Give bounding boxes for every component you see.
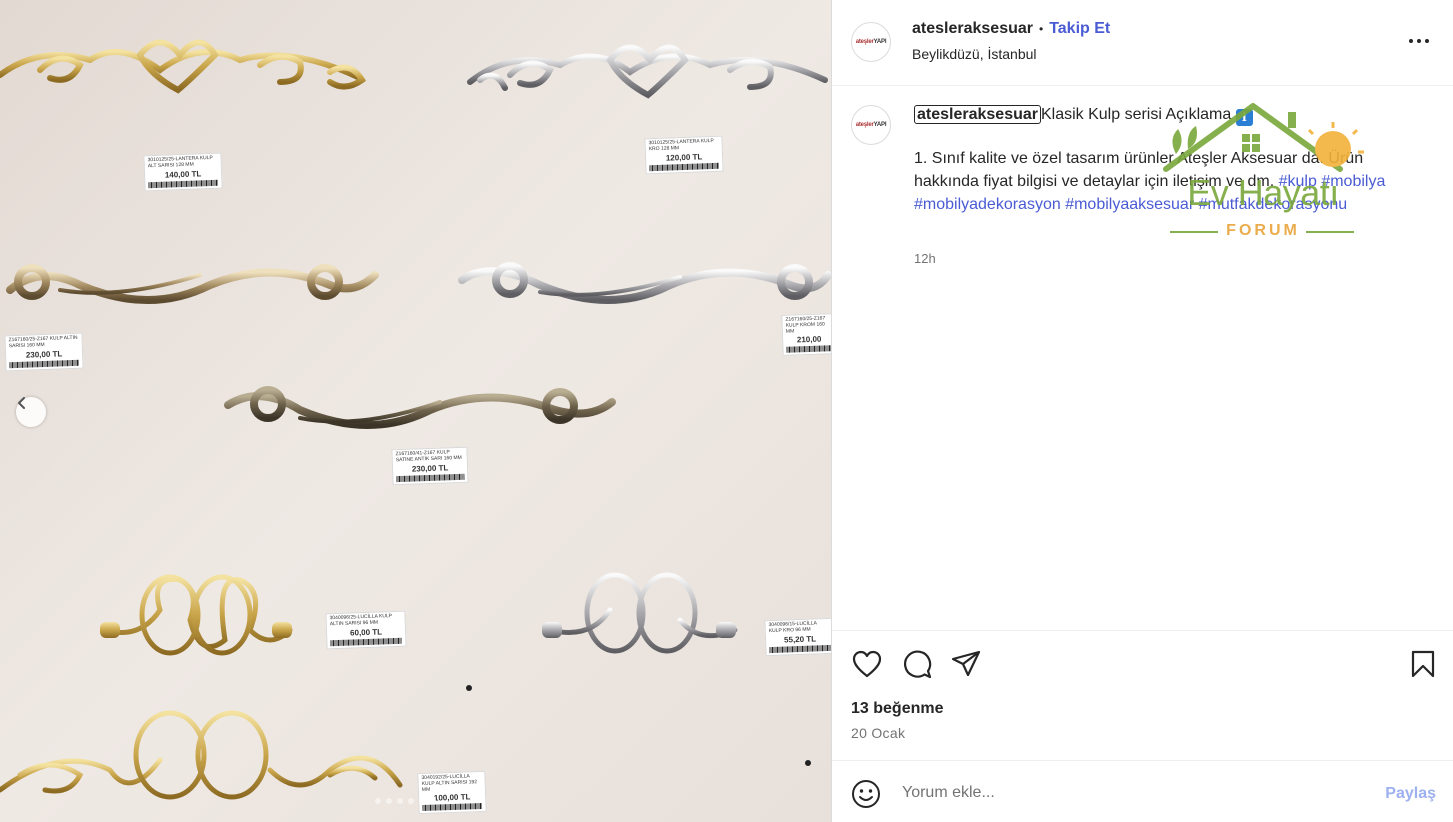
- header-username[interactable]: atesleraksesuar: [912, 20, 1033, 37]
- price-tag: 3040096/25-LUCİLLA KULP ALTIN SARISI 96 …: [325, 610, 407, 650]
- carousel-dot: [408, 798, 414, 804]
- carousel-dot: [419, 798, 425, 804]
- hashtag-link[interactable]: #kulp: [1279, 173, 1317, 190]
- hashtag-link[interactable]: #mobilyaaksesuar: [1065, 196, 1194, 213]
- separator-dot: •: [1038, 22, 1044, 36]
- price-tag: Z167160/25-Z167 KULP KROM 160 MM 210,00: [781, 313, 831, 357]
- price-tag-desc: 3040096/15-LUCİLLA KULP KRO 96 MM: [768, 620, 817, 634]
- hashtag-link[interactable]: #mutfakdekorasyonu: [1199, 196, 1348, 213]
- avatar[interactable]: ateşlerYAPI: [851, 22, 891, 62]
- send-icon: [951, 650, 981, 677]
- price-tag-price: 60,00 TL: [349, 626, 383, 638]
- price-tag: 3040096/15-LUCİLLA KULP KRO 96 MM 55,20 …: [764, 617, 831, 656]
- caption-body: 1. Sınıf kalite ve özel tasarım ürünler …: [914, 147, 1394, 216]
- emoji-icon[interactable]: [851, 779, 881, 809]
- header-title-row: atesleraksesuar • Takip Et: [912, 20, 1110, 38]
- carousel-dot-active: [430, 798, 436, 804]
- wall-screw: [805, 760, 811, 766]
- carousel-dot: [375, 798, 381, 804]
- price-tag-desc: Z167160/25-Z167 KULP KROM 160 MM: [785, 315, 826, 335]
- price-tag-price: 230,00 TL: [25, 348, 63, 360]
- price-tag-price: 210,00: [796, 334, 822, 345]
- price-tag-desc: 3010125/25-LANTERA KULP ALT SARISI 128 M…: [147, 154, 213, 169]
- wall-screw: [466, 685, 472, 691]
- caption-section: ateşlerYAPI atesleraksesuar Klasik Kulp s…: [832, 86, 1453, 631]
- carousel-dot: [397, 798, 403, 804]
- price-tag: 3010125/25-LANTERA KULP KRO 128 MM 120,0…: [644, 135, 724, 175]
- chevron-left-icon: [18, 397, 25, 409]
- price-tag: 3010125/25-LANTERA KULP ALT SARISI 128 M…: [143, 152, 223, 192]
- barcode: [9, 359, 80, 368]
- caption-text: atesleraksesuar Klasik Kulp serisi Açıkla…: [914, 103, 1394, 216]
- avatar-logo: ateşlerYAPI: [855, 122, 887, 128]
- cabinet-handles-photo: [0, 0, 831, 822]
- barcode: [330, 637, 403, 646]
- comment-bar: Paylaş: [832, 760, 1453, 822]
- post-header: ateşlerYAPI atesleraksesuar • Takip Et Bey…: [832, 0, 1453, 86]
- price-tag-price: 55,20 TL: [783, 633, 817, 645]
- barcode: [396, 473, 465, 482]
- comment-button[interactable]: [901, 648, 933, 680]
- post-comment-button[interactable]: Paylaş: [1385, 785, 1436, 803]
- hashtag-link[interactable]: #mobilya: [1321, 173, 1385, 190]
- like-button[interactable]: [851, 648, 883, 680]
- bookmark-icon: [1411, 650, 1435, 678]
- barcode: [769, 644, 831, 653]
- barcode: [148, 179, 219, 188]
- barcode: [649, 162, 720, 171]
- follow-button[interactable]: Takip Et: [1049, 20, 1110, 37]
- price-tag: 3040192/25-LUCİLLA KULP ALTIN SARISI 192…: [417, 770, 487, 815]
- carousel-indicator: [375, 798, 436, 804]
- post-sidebar: ateşlerYAPI atesleraksesuar • Takip Et Bey…: [831, 0, 1453, 822]
- hashtag-link[interactable]: #mobilyadekorasyon: [914, 196, 1061, 213]
- barcode: [422, 803, 483, 812]
- comment-input[interactable]: [900, 777, 1364, 809]
- price-tag-desc: Z167160/41-Z167 KULP SATINE ANTİK SARI 1…: [395, 449, 462, 463]
- price-tag-price: 120,00 TL: [665, 151, 703, 163]
- caption-username[interactable]: atesleraksesuar: [914, 105, 1041, 124]
- info-emoji-icon: ℹ: [1235, 109, 1253, 126]
- price-tag-desc: 3040192/25-LUCİLLA KULP ALTIN SARISI 192…: [421, 773, 478, 793]
- post-date: 20 Ocak: [851, 725, 906, 741]
- comment-icon: [903, 650, 932, 679]
- price-tag-desc: 3040096/25-LUCİLLA KULP ALTIN SARISI 96 …: [329, 613, 393, 628]
- post-actions: [832, 631, 1453, 695]
- avatar-logo: ateşlerYAPI: [855, 39, 887, 45]
- post-time-ago[interactable]: 12h: [914, 251, 936, 266]
- barcode: [786, 345, 831, 354]
- price-tag-price: 140,00 TL: [164, 168, 202, 180]
- caption-title-line: atesleraksesuar Klasik Kulp serisi Açıkla…: [914, 103, 1394, 126]
- carousel-dot: [386, 798, 392, 804]
- more-horizontal-icon[interactable]: [1408, 30, 1430, 52]
- price-tag-desc: Z167160/25-Z167 KULP ALTIN SARISI 160 MM: [8, 334, 78, 349]
- price-tag-desc: 3010125/25-LANTERA KULP KRO 128 MM: [648, 137, 714, 152]
- share-button[interactable]: [950, 648, 982, 680]
- post-image[interactable]: 3010125/25-LANTERA KULP ALT SARISI 128 M…: [0, 0, 831, 822]
- price-tag-price: 230,00 TL: [411, 462, 449, 474]
- price-tag: Z167160/25-Z167 KULP ALTIN SARISI 160 MM…: [4, 332, 84, 372]
- caption-avatar[interactable]: ateşlerYAPI: [851, 105, 891, 145]
- caption-title: Klasik Kulp serisi Açıklama: [1040, 106, 1232, 123]
- heart-icon: [852, 650, 882, 678]
- like-count[interactable]: 13 beğenme: [851, 700, 943, 718]
- location-link[interactable]: Beylikdüzü, İstanbul: [912, 46, 1037, 62]
- price-tag: Z167160/41-Z167 KULP SATINE ANTİK SARI 1…: [391, 446, 469, 486]
- previous-slide-button[interactable]: [16, 397, 46, 427]
- save-button[interactable]: [1407, 648, 1439, 680]
